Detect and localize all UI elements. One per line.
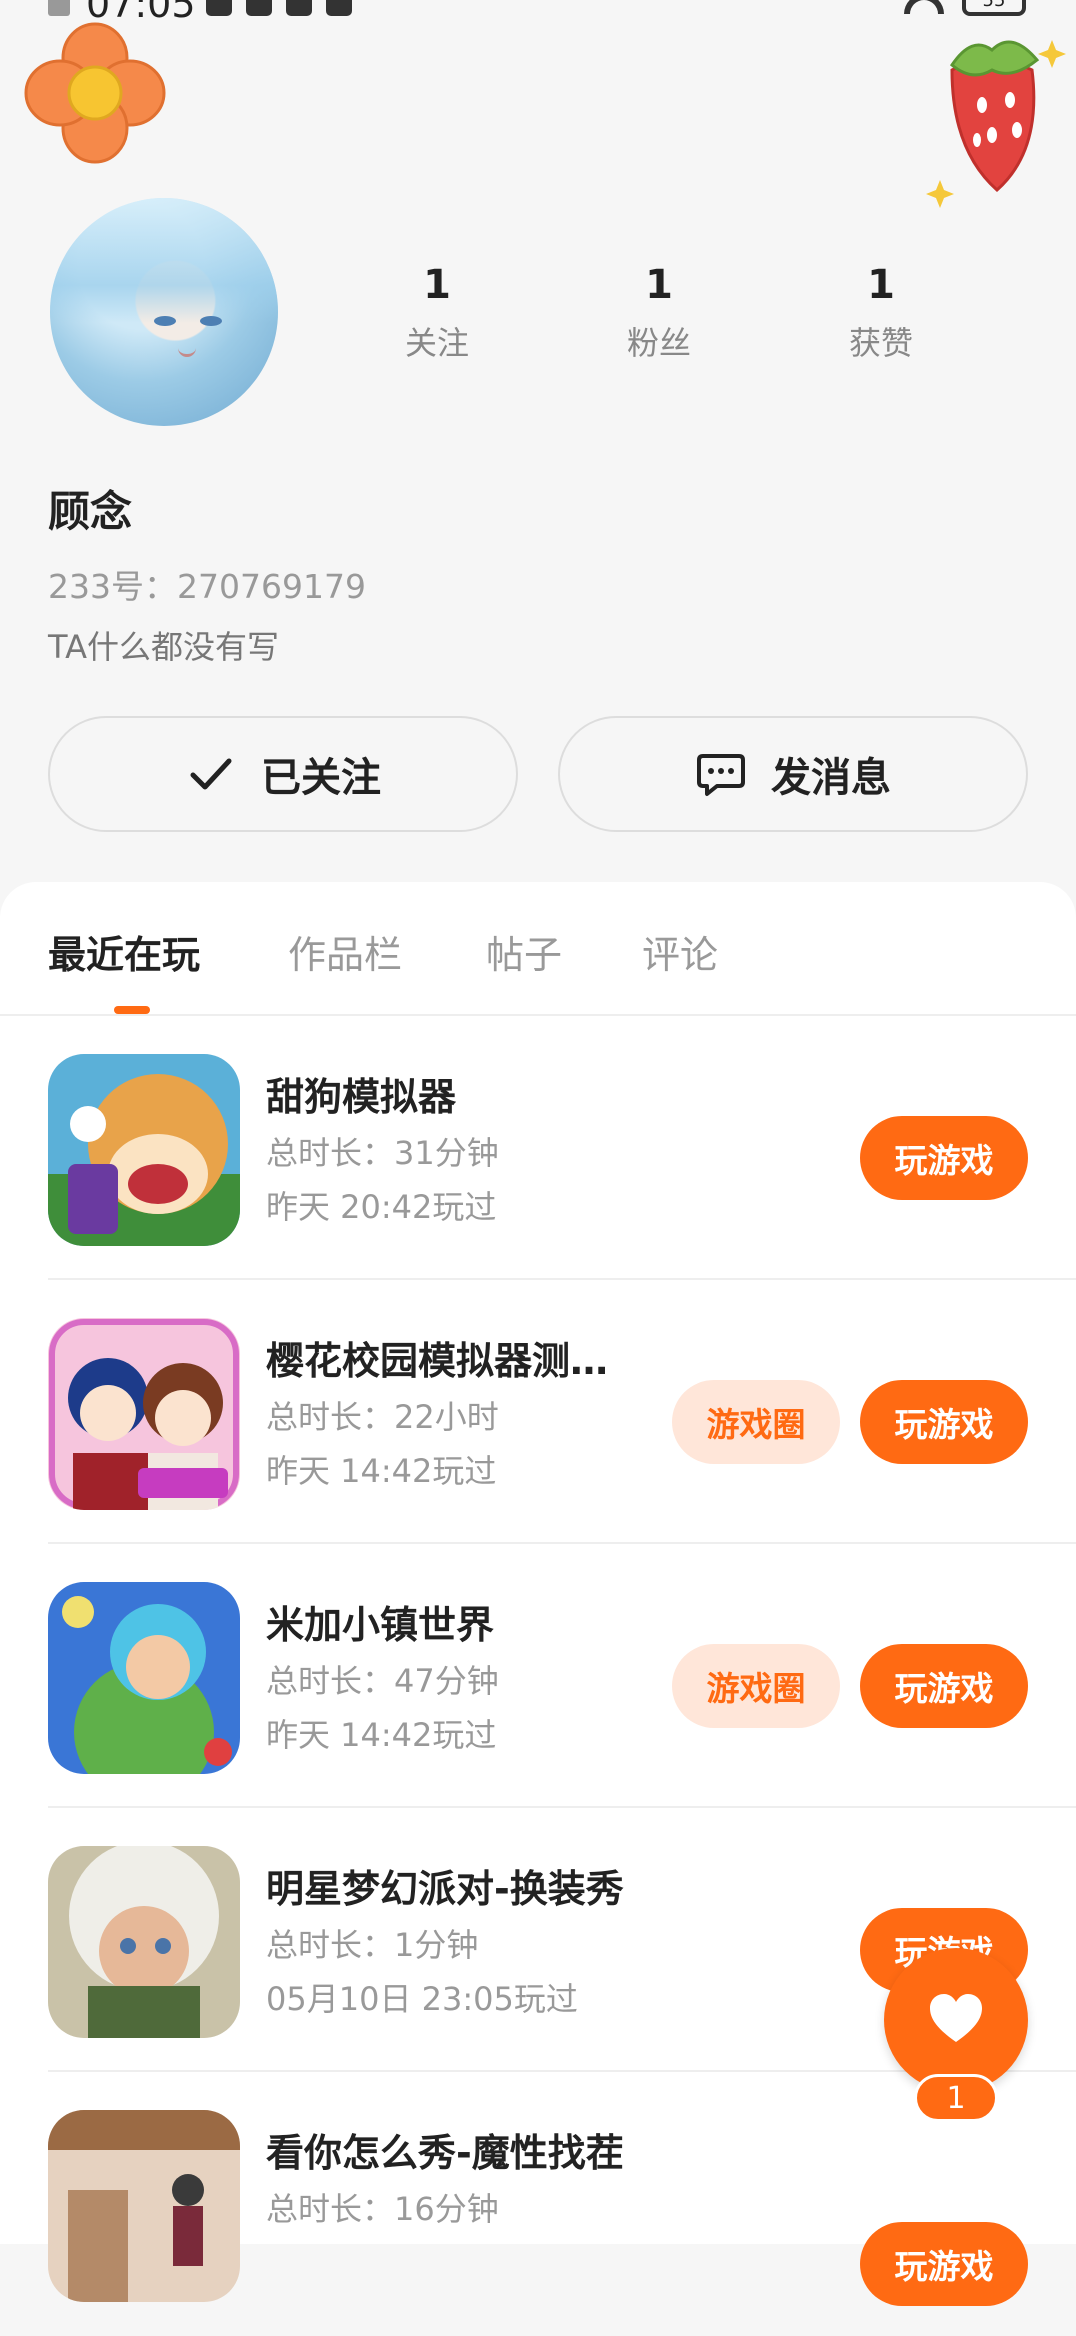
tab-posts[interactable]: 帖子 <box>486 924 562 979</box>
tab-works[interactable]: 作品栏 <box>288 924 402 979</box>
play-game-button[interactable]: 玩游戏 <box>860 2222 1028 2306</box>
game-row[interactable]: 樱花校园模拟器测… 总时长：22小时 昨天 14:42玩过 游戏圈 玩游戏 <box>48 1280 1076 1544</box>
like-count-badge: 1 <box>914 2074 998 2122</box>
followed-button[interactable]: 已关注 <box>48 716 518 832</box>
game-last-played: 昨天 14:42玩过 <box>266 1716 497 1754</box>
game-duration: 总时长：47分钟 <box>266 1662 499 1700</box>
active-tab-indicator <box>114 1006 150 1014</box>
game-last-played: 昨天 20:42玩过 <box>266 1188 497 1226</box>
like-fab-button[interactable] <box>884 1948 1028 2092</box>
heart-icon <box>930 1994 982 2042</box>
message-button[interactable]: 发消息 <box>558 716 1028 832</box>
stat-value: 1 <box>423 262 451 308</box>
game-duration: 总时长：1分钟 <box>266 1926 479 1964</box>
game-last-played: 05月10日 23:05玩过 <box>266 1980 578 2018</box>
stat-label: 粉丝 <box>626 324 691 362</box>
star-party-game-icon <box>48 1846 240 2038</box>
stat-followers[interactable]: 1 粉丝 <box>599 262 719 364</box>
sakura-school-game-icon <box>48 1318 240 1510</box>
check-icon <box>190 758 232 790</box>
game-title: 米加小镇世界 <box>266 1603 495 1647</box>
miga-town-game-icon <box>48 1582 240 1774</box>
game-circle-button[interactable]: 游戏圈 <box>672 1644 840 1728</box>
game-circle-button[interactable]: 游戏圈 <box>672 1380 840 1464</box>
tab-bar: 最近在玩 作品栏 帖子 评论 <box>0 882 1076 1016</box>
game-last-played: 昨天 14:42玩过 <box>266 1452 497 1490</box>
strawberry-sticker-icon <box>926 40 1066 208</box>
avatar[interactable] <box>50 198 278 426</box>
stat-label: 获赞 <box>848 324 913 362</box>
game-title: 樱花校园模拟器测… <box>266 1339 609 1383</box>
flower-sticker-icon <box>24 22 166 164</box>
play-game-button[interactable]: 玩游戏 <box>860 1116 1028 1200</box>
game-duration: 总时长：22小时 <box>266 1398 499 1436</box>
followed-button-label: 已关注 <box>261 755 381 801</box>
game-title: 甜狗模拟器 <box>266 1075 457 1119</box>
game-title: 看你怎么秀-魔性找茬 <box>266 2131 624 2175</box>
shiba-dog-game-icon <box>48 1054 240 1246</box>
profile-id: 233号：270769179 <box>48 567 366 606</box>
more-notifications-icon: ··· <box>392 0 426 17</box>
stat-following[interactable]: 1 关注 <box>377 262 497 364</box>
stat-label: 关注 <box>404 324 469 362</box>
tab-comments[interactable]: 评论 <box>642 924 718 979</box>
stat-likes[interactable]: 1 获赞 <box>821 262 941 364</box>
status-icons <box>206 0 352 16</box>
game-title: 明星梦幻派对-换装秀 <box>266 1867 624 1911</box>
spot-difference-game-icon <box>48 2110 240 2302</box>
game-row[interactable]: 米加小镇世界 总时长：47分钟 昨天 14:42玩过 游戏圈 玩游戏 <box>48 1544 1076 1808</box>
play-game-button[interactable]: 玩游戏 <box>860 1644 1028 1728</box>
chat-bubble-icon <box>697 754 745 796</box>
profile-name: 顾念 <box>48 487 133 536</box>
play-game-button[interactable]: 玩游戏 <box>860 1380 1028 1464</box>
notification-icon <box>48 0 70 16</box>
stat-value: 1 <box>645 262 673 308</box>
message-button-label: 发消息 <box>771 755 891 801</box>
profile-bio: TA什么都没有写 <box>48 628 279 666</box>
tab-recent-played[interactable]: 最近在玩 <box>48 924 200 979</box>
game-duration: 总时长：16分钟 <box>266 2190 499 2228</box>
game-duration: 总时长：31分钟 <box>266 1134 499 1172</box>
stat-value: 1 <box>867 262 895 308</box>
game-row[interactable]: 甜狗模拟器 总时长：31分钟 昨天 20:42玩过 玩游戏 <box>48 1016 1076 1280</box>
